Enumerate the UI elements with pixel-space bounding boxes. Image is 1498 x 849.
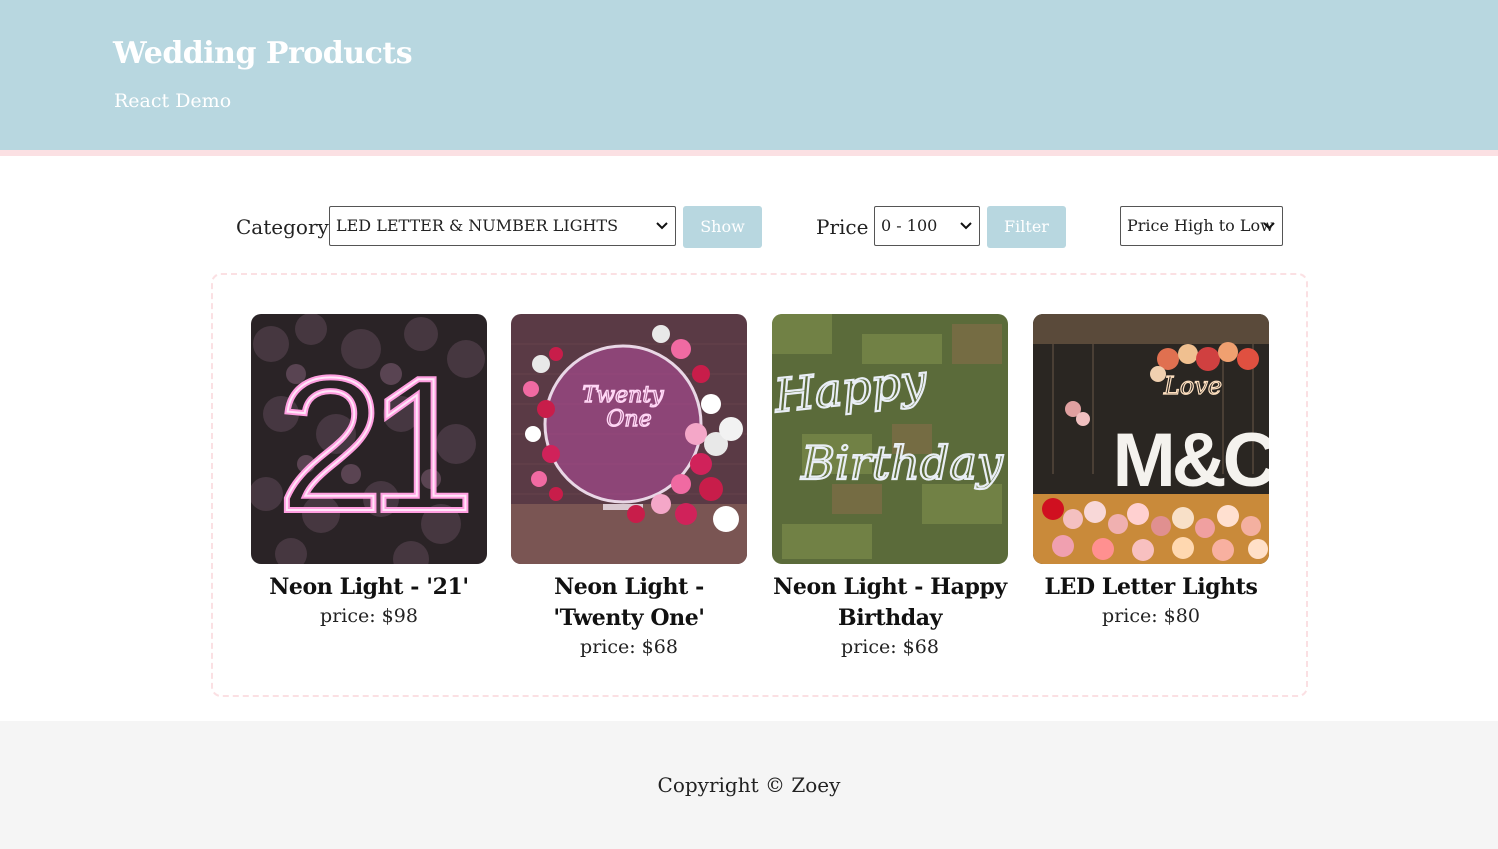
chevron-down-icon <box>1263 222 1275 230</box>
site-subtitle: React Demo <box>114 90 232 112</box>
filter-bar: Category LED LETTER & NUMBER LIGHTS Show… <box>0 206 1498 248</box>
price-range-select[interactable]: 0 - 100 <box>874 206 980 246</box>
product-price: price: $80 <box>1102 605 1200 627</box>
chevron-down-icon <box>960 222 972 230</box>
product-price: price: $98 <box>320 605 418 627</box>
product-name[interactable]: Neon Light - '21' <box>251 572 487 603</box>
neon-21-glow: 21 <box>277 339 466 551</box>
product-image-led-letters[interactable]: Love M&C <box>1033 314 1269 564</box>
product-image-neon-twenty-one[interactable]: Twenty One <box>511 314 747 564</box>
neon-birthday-text: Birthday <box>800 436 1003 490</box>
product-price: price: $68 <box>841 636 939 658</box>
product-grid: 21 21 Neon Light - '21' price: $98 Twent… <box>211 273 1308 697</box>
led-love-text: Love <box>1163 372 1222 400</box>
product-name[interactable]: Neon Light - Happy Birthday <box>772 572 1008 634</box>
neon-one-text: One <box>606 407 651 432</box>
product-name[interactable]: LED Letter Lights <box>1033 572 1269 603</box>
category-select[interactable]: LED LETTER & NUMBER LIGHTS <box>329 206 676 246</box>
neon-twenty-text: Twenty <box>582 383 664 408</box>
chevron-down-icon <box>656 222 668 230</box>
site-footer: Copyright © Zoey <box>0 721 1498 849</box>
category-select-value: LED LETTER & NUMBER LIGHTS <box>336 216 619 235</box>
copyright-text: Copyright © Zoey <box>657 773 841 797</box>
sort-select-value: Price High to Low <box>1127 216 1274 235</box>
category-label: Category <box>236 215 329 239</box>
product-card[interactable]: 21 21 Neon Light - '21' price: $98 <box>251 314 487 629</box>
filter-button[interactable]: Filter <box>987 206 1066 248</box>
price-range-value: 0 - 100 <box>881 216 938 235</box>
product-card[interactable]: Happy Birthday Neon Light - Happy Birthd… <box>772 314 1008 660</box>
sort-select[interactable]: Price High to Low <box>1120 206 1283 246</box>
show-button[interactable]: Show <box>683 206 762 248</box>
product-image-neon-21[interactable]: 21 21 <box>251 314 487 564</box>
site-title: Wedding Products <box>113 36 413 71</box>
product-image-neon-happy-birthday[interactable]: Happy Birthday <box>772 314 1008 564</box>
product-name[interactable]: Neon Light - 'Twenty One' <box>511 572 747 634</box>
product-card[interactable]: Love M&C LED Letter Lights price: $80 <box>1033 314 1269 629</box>
led-initials-text: M&C <box>1112 418 1269 503</box>
site-header: Wedding Products React Demo <box>0 0 1498 156</box>
price-label: Price <box>816 215 869 239</box>
product-card[interactable]: Twenty One Neon Light - 'Twenty One' pri… <box>511 314 747 660</box>
product-price: price: $68 <box>580 636 678 658</box>
